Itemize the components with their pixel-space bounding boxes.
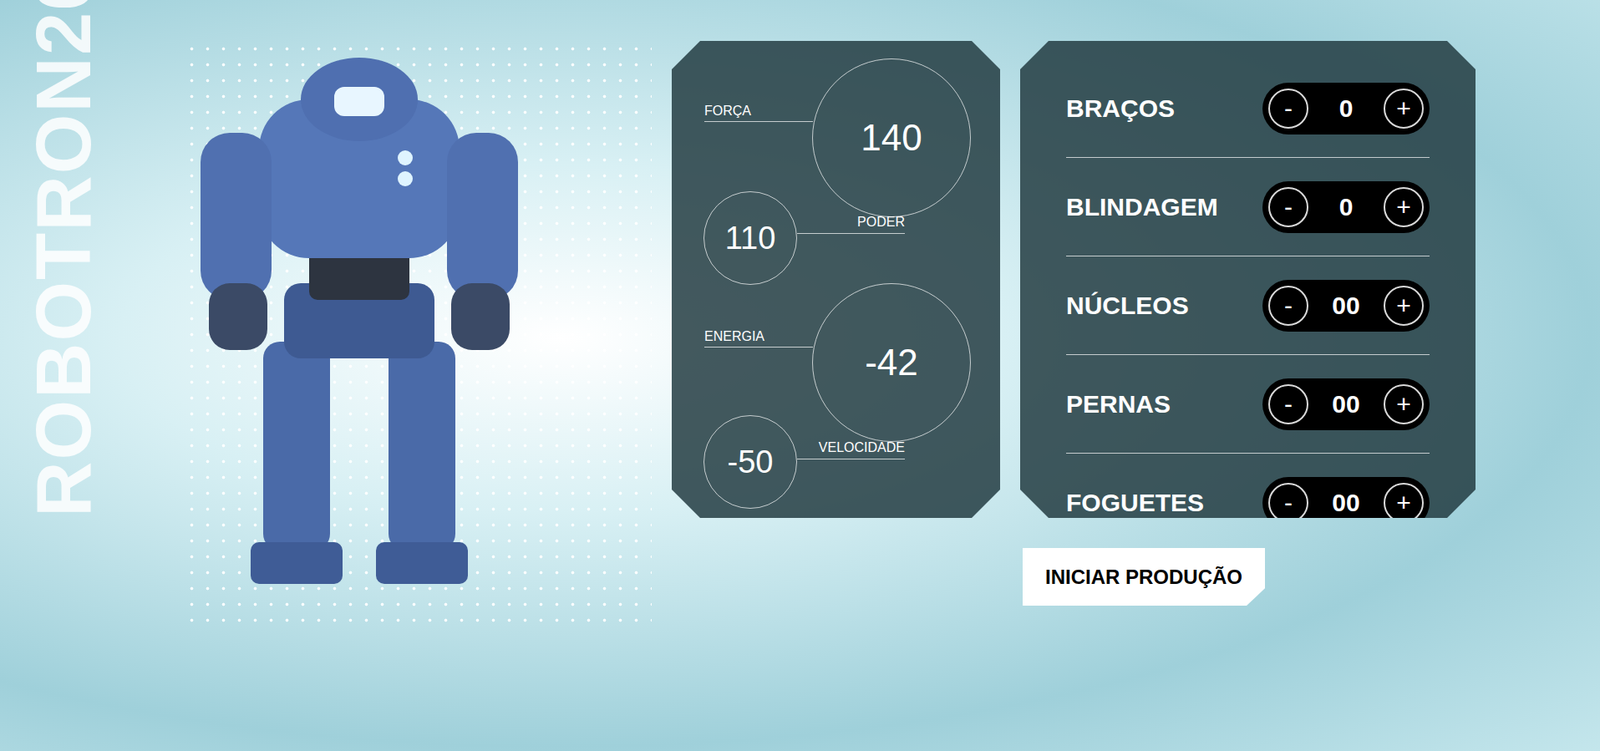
decrement-button[interactable]: - bbox=[1268, 285, 1309, 326]
brand-name: ROBOTRON bbox=[25, 55, 102, 518]
part-stepper: -0 + bbox=[1262, 181, 1430, 234]
hero-area: ROBOTRON2000 bbox=[0, 40, 672, 710]
part-value: 00 bbox=[1331, 483, 1360, 519]
stat-value: -42 bbox=[864, 335, 919, 391]
stat-value: 110 bbox=[725, 214, 777, 263]
part-stepper: -0 + bbox=[1262, 82, 1430, 135]
part-label: BLINDAGEM bbox=[1066, 187, 1219, 226]
stat-value: -50 bbox=[727, 438, 774, 487]
increment-button[interactable]: + bbox=[1383, 187, 1424, 228]
part-stepper: -00 + bbox=[1262, 378, 1430, 431]
brand-title: ROBOTRON2000 bbox=[25, 40, 184, 518]
part-value: 00 bbox=[1331, 385, 1360, 423]
part-label: FOGUETES bbox=[1066, 483, 1204, 519]
parts-panel: BRAÇOS-0+BLINDAGEM-0+NÚCLEOS-00+PERNAS-0… bbox=[1020, 40, 1476, 519]
increment-button[interactable]: + bbox=[1383, 285, 1424, 326]
part-row: PERNAS -00 + bbox=[1066, 355, 1430, 454]
stat-line bbox=[797, 233, 905, 234]
stat-line bbox=[797, 458, 905, 460]
part-label: BRAÇOS bbox=[1066, 89, 1175, 127]
decrement-button[interactable]: - bbox=[1268, 482, 1309, 519]
part-row: BLINDAGEM -0 + bbox=[1066, 157, 1430, 257]
decrement-button[interactable]: - bbox=[1268, 88, 1309, 129]
stat-label: FORÇA bbox=[704, 102, 752, 120]
part-label: NÚCLEOS bbox=[1066, 286, 1189, 325]
part-value: 0 bbox=[1339, 187, 1354, 226]
stat-circle: 140 bbox=[812, 58, 971, 218]
stat-label: PODER bbox=[857, 213, 905, 231]
increment-button[interactable]: + bbox=[1383, 384, 1424, 425]
stat-label: VELOCIDADE bbox=[818, 439, 905, 457]
part-row: NÚCLEOS -00 + bbox=[1066, 256, 1430, 356]
stat-label: ENERGIA bbox=[704, 328, 765, 346]
brand-model: 2000 bbox=[25, 0, 102, 56]
robot-illustration-icon bbox=[183, 40, 535, 626]
increment-button[interactable]: + bbox=[1383, 482, 1424, 519]
part-label: PERNAS bbox=[1066, 385, 1171, 423]
part-row: BRAÇOS -0 + bbox=[1066, 59, 1430, 158]
stat-circle: -42 bbox=[812, 283, 971, 442]
part-value: 00 bbox=[1331, 286, 1360, 325]
stat-circle: 110 bbox=[703, 191, 798, 285]
increment-button[interactable]: + bbox=[1383, 88, 1424, 129]
start-production-button[interactable]: INICIAR PRODUÇÃO bbox=[1022, 548, 1265, 606]
parts-column: BRAÇOS-0+BLINDAGEM-0+NÚCLEOS-00+PERNAS-0… bbox=[1020, 40, 1476, 751]
part-value: 0 bbox=[1339, 89, 1354, 127]
stat-line bbox=[704, 121, 813, 122]
stat-circle: -50 bbox=[703, 415, 798, 509]
stat-value: 140 bbox=[860, 110, 922, 166]
robot-showcase bbox=[183, 40, 652, 626]
part-stepper: -00 + bbox=[1262, 279, 1430, 332]
part-row: FOGUETES -00 + bbox=[1066, 453, 1430, 519]
stats-panel: 140 FORÇA 110 PODER -42 ENERGIA -50 VELOCIDADE bbox=[671, 40, 1001, 519]
robot-builder-page: ROBOTRON2000 140 FORÇA 110 PODER -42 ENERGIA -5… bbox=[0, 0, 1600, 751]
stat-line bbox=[704, 346, 813, 348]
decrement-button[interactable]: - bbox=[1268, 187, 1309, 228]
decrement-button[interactable]: - bbox=[1268, 384, 1309, 425]
part-stepper: -00 + bbox=[1262, 477, 1430, 519]
